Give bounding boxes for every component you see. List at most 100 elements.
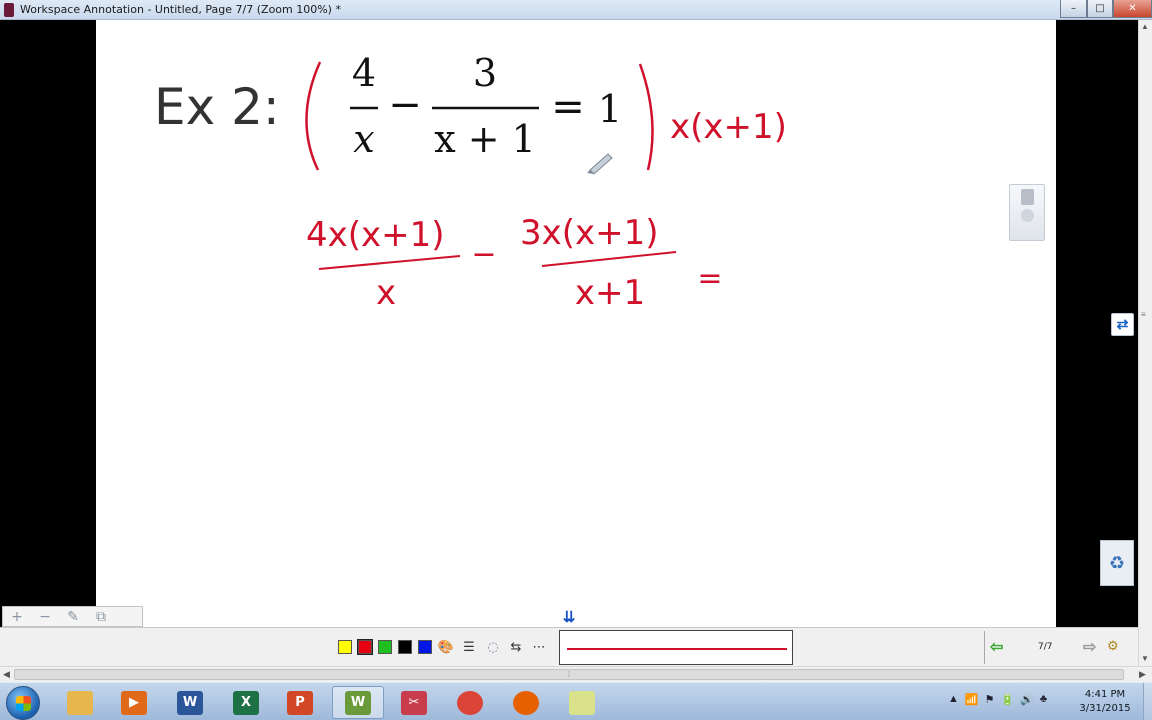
fraction1-denominator: x <box>353 117 374 161</box>
color-swatch-black[interactable] <box>398 640 412 654</box>
taskbar-excel[interactable]: X <box>220 686 272 719</box>
tray-app-icon[interactable]: ♣ <box>1040 693 1047 706</box>
ink-step-bar1 <box>318 255 461 270</box>
line-preview-stroke <box>567 648 787 650</box>
ink-open-paren <box>305 61 322 171</box>
firefox-icon <box>513 690 539 715</box>
ink-step-denominator1: x <box>376 273 396 313</box>
excel-icon: X <box>233 690 259 715</box>
show-desktop-button[interactable] <box>1143 683 1152 720</box>
fraction2-denominator: x + 1 <box>434 117 536 161</box>
start-button[interactable] <box>6 686 40 720</box>
typed-rhs: 1 <box>598 87 622 131</box>
snipping-tool-icon: ✂ <box>401 690 427 715</box>
scroll-grip-icon[interactable]: ≡ <box>1141 310 1150 320</box>
powerpoint-icon: P <box>287 690 313 715</box>
file-explorer-icon <box>67 690 93 715</box>
ink-step-numerator2: 3x(x+1) <box>520 213 659 253</box>
media-player-icon: ▶ <box>121 690 147 715</box>
vertical-scrollbar[interactable]: ▲ ≡ ▼ <box>1138 20 1152 666</box>
minimize-button[interactable]: – <box>1060 0 1087 18</box>
ink-close-paren <box>638 63 654 171</box>
edit-page-button[interactable]: ✎ <box>59 607 87 626</box>
clock-date: 3/31/2015 <box>1079 703 1131 714</box>
horizontal-scrollbar[interactable]: ◀ ⁞ ▶ <box>0 666 1152 682</box>
taskbar-word[interactable]: W <box>164 686 216 719</box>
trash-icon[interactable] <box>1021 189 1034 205</box>
page-content: Ex 2: 4 x − 3 x + 1 = 1 x(x+1) 4x(x+1) x… <box>154 51 787 313</box>
annotation-toolbar: 🎨 ☰ ◌ ⇆ ⋯ ⇦ 7/7 ⇨ ⚙ <box>0 627 1138 666</box>
tray-expand-icon[interactable]: ▲ <box>948 693 959 706</box>
taskbar-file-explorer[interactable] <box>54 686 106 719</box>
color-swatch-yellow[interactable] <box>338 640 352 654</box>
ink-step-equals: = <box>697 261 722 296</box>
page-options-icon[interactable]: ⚙ <box>1107 638 1119 654</box>
swap-arrows-icon[interactable]: ⇄ <box>1111 313 1134 336</box>
line-preview[interactable] <box>559 630 793 665</box>
dash-style-icon[interactable]: ⋯ <box>530 638 548 656</box>
ink-step-minus: − <box>471 237 496 272</box>
ink-step-denominator2: x+1 <box>575 273 645 313</box>
recycle-icon[interactable]: ♻ <box>1100 540 1134 586</box>
windows-logo-icon <box>16 696 31 711</box>
taskbar-firefox[interactable] <box>500 686 552 719</box>
system-tray: ▲ 📶 ⚑ 🔋 🔊 ♣ <box>948 693 1047 706</box>
ink-step-numerator1: 4x(x+1) <box>306 215 445 255</box>
taskbar-chrome[interactable] <box>444 686 496 719</box>
network-icon[interactable]: 📶 <box>965 693 979 706</box>
color-swatch-green[interactable] <box>378 640 392 654</box>
maximize-button[interactable]: □ <box>1087 0 1113 18</box>
copy-page-button[interactable]: ⧉ <box>87 607 115 626</box>
typed-minus: − <box>388 82 422 128</box>
ink-step-bar2 <box>541 251 677 267</box>
clock[interactable]: 4:41 PM 3/31/2015 <box>1070 688 1140 716</box>
chrome-icon <box>457 690 483 715</box>
workspace-margin-left <box>0 20 96 627</box>
close-button[interactable]: ✕ <box>1113 0 1152 18</box>
palette-icon[interactable]: 🎨 <box>437 638 455 656</box>
line-style-icon[interactable]: ⇆ <box>507 638 525 656</box>
collapse-toolbar-icon[interactable]: ⇊ <box>558 606 580 627</box>
line-weight-icon[interactable]: ☰ <box>460 638 478 656</box>
scroll-up-icon[interactable]: ▲ <box>1141 22 1149 31</box>
notes-icon <box>569 690 595 715</box>
fraction1-numerator: 4 <box>352 51 376 95</box>
page-zoom-toolbar: + − ✎ ⧉ <box>2 606 143 627</box>
next-page-icon[interactable]: ⇨ <box>1083 637 1096 657</box>
color-swatch-red[interactable] <box>357 639 373 655</box>
taskbar: ▶ W X P W ✂ ▲ 📶 ⚑ 🔋 🔊 ♣ 4:41 PM 3/31/2015 <box>0 682 1152 720</box>
zoom-out-button[interactable]: − <box>31 607 59 626</box>
app-icon <box>4 3 14 17</box>
taskbar-workspace[interactable]: W <box>332 686 384 719</box>
example-label: Ex 2: <box>154 78 280 136</box>
transparency-icon[interactable]: ◌ <box>484 638 502 656</box>
title-bar: Workspace Annotation - Untitled, Page 7/… <box>0 0 1152 20</box>
circle-icon[interactable] <box>1021 209 1034 222</box>
scroll-left-icon[interactable]: ◀ <box>3 669 10 680</box>
action-center-icon[interactable]: ⚑ <box>985 693 995 706</box>
clock-time: 4:41 PM <box>1084 689 1126 700</box>
taskbar-snipping-tool[interactable]: ✂ <box>388 686 440 719</box>
word-icon: W <box>177 690 203 715</box>
page-indicator: 7/7 <box>1038 642 1053 652</box>
horizontal-scroll-thumb[interactable]: ⁞ <box>14 669 1124 680</box>
workspace-icon: W <box>345 690 371 715</box>
power-icon[interactable]: 🔋 <box>1000 693 1014 706</box>
fraction2-numerator: 3 <box>473 51 497 95</box>
scroll-right-icon[interactable]: ▶ <box>1139 669 1146 680</box>
window-title: Workspace Annotation - Untitled, Page 7/… <box>20 3 341 16</box>
previous-page-icon[interactable]: ⇦ <box>990 637 1003 657</box>
whiteboard-page[interactable]: Ex 2: 4 x − 3 x + 1 = 1 x(x+1) 4x(x+1) x… <box>96 20 1056 627</box>
toolbar-divider <box>984 631 985 664</box>
zoom-in-button[interactable]: + <box>3 607 31 626</box>
pen-cursor-icon <box>587 153 613 175</box>
taskbar-media-player[interactable]: ▶ <box>108 686 160 719</box>
ink-multiplier: x(x+1) <box>670 107 787 147</box>
taskbar-notes[interactable] <box>556 686 608 719</box>
volume-icon[interactable]: 🔊 <box>1020 693 1034 706</box>
scroll-down-icon[interactable]: ▼ <box>1141 654 1149 663</box>
floating-tool-panel[interactable] <box>1009 184 1045 241</box>
typed-equals: = <box>551 84 585 130</box>
color-swatch-blue[interactable] <box>418 640 432 654</box>
taskbar-powerpoint[interactable]: P <box>274 686 326 719</box>
